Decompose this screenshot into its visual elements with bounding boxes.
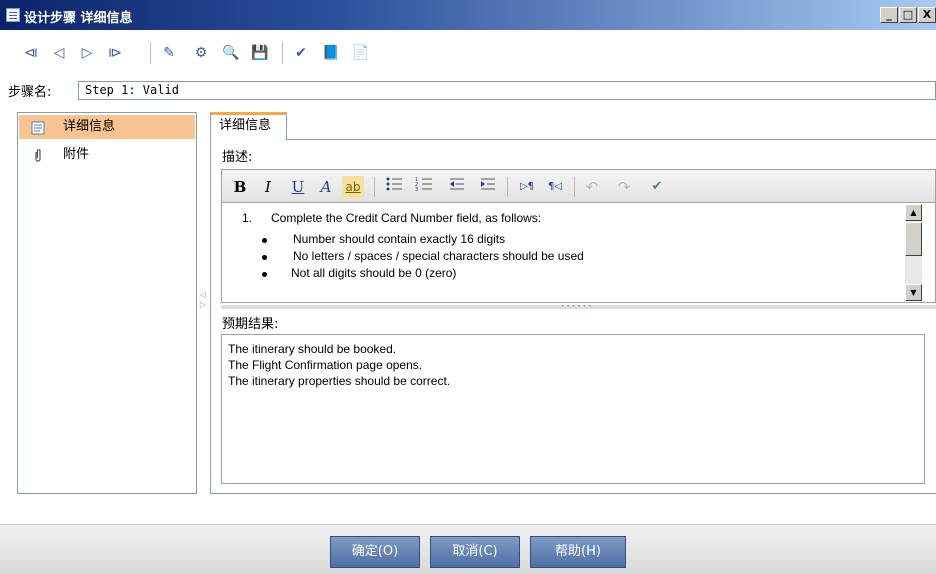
decrease-indent-icon[interactable] (447, 176, 467, 198)
redo-icon[interactable]: ↷ (614, 176, 634, 198)
increase-indent-icon[interactable] (478, 176, 498, 198)
title-bar: 设计步骤 详细信息 _ □ X (0, 0, 936, 30)
toolbar-divider (374, 177, 375, 197)
bold-button[interactable]: B (232, 176, 248, 198)
bullet-marker (262, 255, 267, 260)
left-nav: 详细信息 附件 (17, 112, 197, 494)
ok-button[interactable]: 确定(O) (330, 536, 420, 568)
expected-result-editor[interactable] (221, 334, 925, 484)
description-scrollbar[interactable]: ▲ ▼ (905, 204, 922, 301)
nav-item-details[interactable]: 详细信息 (19, 115, 195, 139)
vertical-splitter[interactable]: ◁ ▷ (199, 290, 207, 314)
scroll-down-arrow-icon[interactable]: ▼ (905, 284, 922, 301)
paperclip-icon (31, 148, 45, 162)
underline-button[interactable]: U (290, 176, 306, 198)
font-color-button[interactable]: A (318, 176, 334, 198)
numbered-list-icon[interactable]: 123 (414, 176, 434, 198)
nav-item-label: 附件 (63, 147, 90, 162)
toolbar-divider (150, 42, 151, 64)
right-to-left-icon[interactable]: ¶◁ (544, 176, 566, 198)
spelling-options-icon[interactable]: 📄 (350, 42, 372, 64)
italic-button[interactable]: I (260, 176, 276, 198)
minimize-button[interactable]: _ (880, 7, 898, 23)
tab-details[interactable]: 详细信息 (210, 112, 287, 140)
expected-line: The Flight Confirmation page opens. (228, 358, 423, 372)
description-line: Not all digits should be 0 (zero) (291, 266, 457, 280)
thesaurus-icon[interactable]: 📘 (320, 42, 342, 64)
next-record-icon[interactable]: ▷ (76, 42, 98, 64)
previous-record-icon[interactable]: ◁ (48, 42, 70, 64)
bullet-marker (262, 272, 267, 277)
toolbar-divider (282, 42, 283, 64)
parameter-icon[interactable]: ⚙ (190, 42, 212, 64)
details-icon (31, 120, 45, 135)
undo-icon[interactable]: ↶ (582, 176, 602, 198)
step-name-label: 步骤名: (8, 85, 52, 100)
nav-item-label: 详细信息 (63, 119, 116, 134)
rich-text-toolbar: B I U A ab 123 ▷¶ ¶◁ ↶ ↷ ✔ (221, 169, 936, 203)
search-icon[interactable]: 🔍 (220, 42, 242, 64)
left-to-right-icon[interactable]: ▷¶ (516, 176, 538, 198)
clear-icon[interactable]: ✎ (158, 42, 180, 64)
close-button[interactable]: X (918, 7, 936, 23)
help-button[interactable]: 帮助(H) (530, 536, 626, 568)
main-toolbar (0, 30, 936, 80)
list-marker: 1. (242, 211, 253, 225)
spell-check-icon[interactable]: ✔ (290, 42, 312, 64)
spell-check-icon[interactable]: ✔ (646, 176, 668, 198)
window-document-icon (6, 8, 20, 22)
toolbar-divider (507, 177, 508, 197)
bullet-marker (262, 238, 267, 243)
expected-line: The itinerary should be booked. (228, 342, 397, 356)
first-record-icon[interactable]: ⧏ (20, 42, 42, 64)
description-line: Number should contain exactly 16 digits (293, 232, 506, 246)
nav-item-attachments[interactable]: 附件 (19, 143, 195, 167)
cancel-button[interactable]: 取消(C) (430, 536, 520, 568)
expected-line: The itinerary properties should be corre… (228, 374, 451, 388)
expected-result-label: 预期结果: (222, 317, 279, 332)
scroll-up-arrow-icon[interactable]: ▲ (905, 204, 922, 221)
horizontal-splitter[interactable]: • • • • • • (221, 304, 936, 310)
description-line: No letters / spaces / special characters… (293, 249, 584, 263)
last-record-icon[interactable]: ⧐ (104, 42, 126, 64)
svg-text:3: 3 (415, 187, 418, 192)
description-line: Complete the Credit Card Number field, a… (271, 211, 542, 225)
bulleted-list-icon[interactable] (384, 176, 404, 198)
toolbar-divider (574, 177, 575, 197)
maximize-button[interactable]: □ (899, 7, 917, 23)
highlight-button[interactable]: ab (342, 176, 364, 198)
window-title: 设计步骤 详细信息 (24, 11, 133, 26)
save-icon[interactable]: 💾 (249, 42, 271, 64)
scroll-thumb[interactable] (905, 222, 922, 256)
description-label: 描述: (222, 150, 253, 165)
step-name-input[interactable]: Step 1: Valid (78, 81, 936, 100)
